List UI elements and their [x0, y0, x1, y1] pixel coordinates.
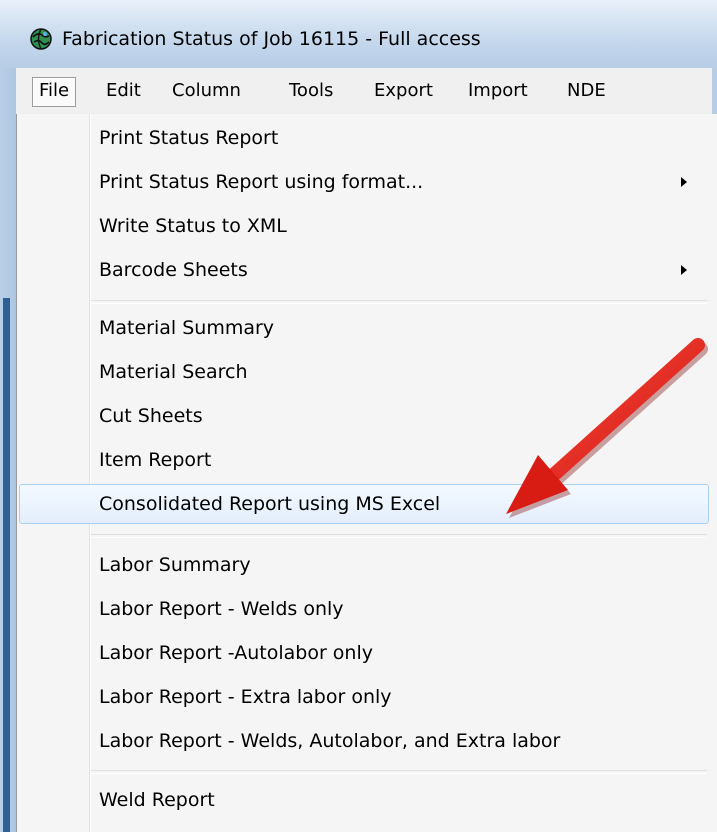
menu-item-label: Consolidated Report using MS Excel [99, 493, 441, 515]
red-arrow-annotation [506, 338, 708, 518]
